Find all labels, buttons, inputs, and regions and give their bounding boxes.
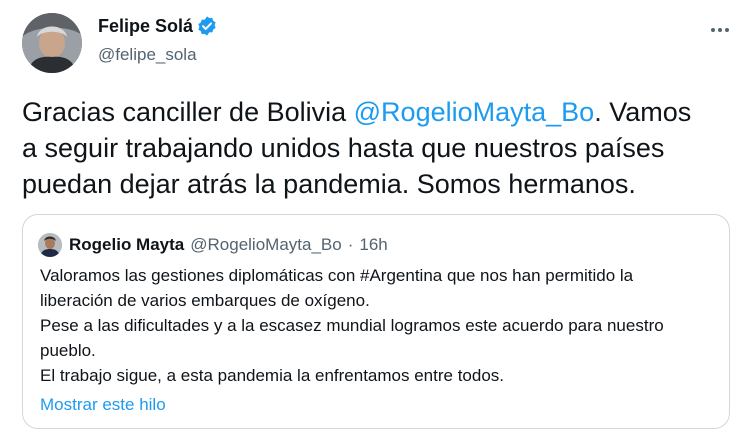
quoted-author-avatar bbox=[38, 233, 62, 257]
quoted-author-handle: @RogelioMayta_Bo bbox=[190, 235, 342, 254]
author-handle[interactable]: @felipe_sola bbox=[98, 45, 197, 65]
quoted-text: Valoramos las gestiones diplomáticas con… bbox=[40, 263, 716, 388]
tweet-text: Gracias canciller de Bolivia @RogelioMay… bbox=[22, 94, 732, 202]
tweet-text-line-2: a seguir trabajando unidos hasta que nue… bbox=[22, 133, 665, 163]
quoted-separator: · bbox=[347, 235, 354, 254]
quoted-text-line: liberación de varios embarques de oxígen… bbox=[40, 291, 370, 310]
quoted-author-name: Rogelio Mayta bbox=[69, 235, 185, 254]
quoted-text-line: Pese a las dificultades y a la escasez m… bbox=[40, 316, 664, 335]
tweet: Felipe Solá @felipe_sola Gracias cancill… bbox=[0, 0, 756, 442]
quoted-tweet[interactable]: Rogelio Mayta @RogelioMayta_Bo · 16h Valora… bbox=[22, 214, 730, 429]
tweet-text-line-1: Gracias canciller de Bolivia @RogelioMay… bbox=[22, 94, 732, 130]
tweet-text-segment: . Vamos bbox=[594, 97, 692, 127]
author-name[interactable]: Felipe Solá bbox=[98, 16, 193, 37]
more-horizontal-icon[interactable] bbox=[708, 18, 732, 42]
mention-link[interactable]: @RogelioMayta_Bo bbox=[354, 97, 595, 127]
quoted-text-line: pueblo. bbox=[40, 341, 96, 360]
quoted-time: 16h bbox=[359, 235, 388, 254]
quoted-text-line: El trabajo sigue, a esta pandemia la enf… bbox=[40, 366, 505, 385]
author-avatar[interactable] bbox=[22, 13, 82, 73]
show-thread-link[interactable]: Mostrar este hilo bbox=[40, 395, 166, 415]
quoted-text-line: Valoramos las gestiones diplomáticas con… bbox=[40, 266, 634, 285]
verified-badge-icon bbox=[198, 16, 216, 36]
tweet-text-line-3: puedan dejar atrás la pandemia. Somos he… bbox=[22, 169, 636, 199]
tweet-text-segment: Gracias canciller de Bolivia bbox=[22, 97, 354, 127]
quoted-header: Rogelio Mayta @RogelioMayta_Bo · 16h bbox=[69, 235, 388, 255]
